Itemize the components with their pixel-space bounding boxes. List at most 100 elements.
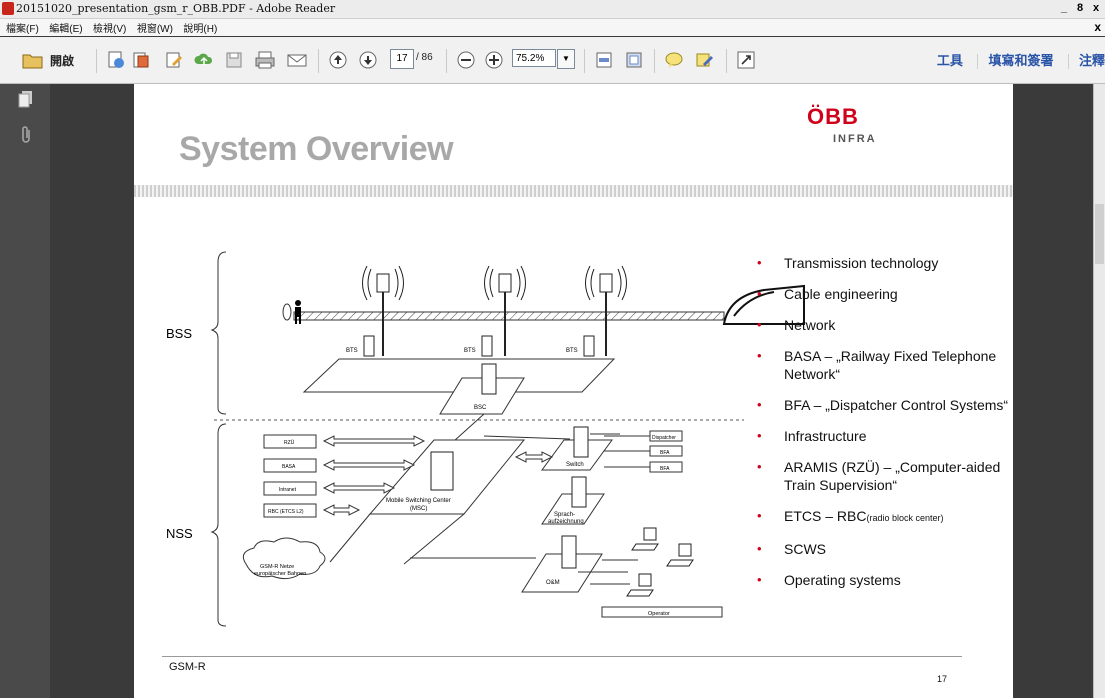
right-panel-links: 工具 填寫和簽署 注釋 bbox=[917, 50, 1105, 69]
toolbar-divider bbox=[318, 49, 319, 73]
nss-label: NSS bbox=[166, 526, 193, 541]
bsc-box bbox=[481, 363, 497, 395]
bullet-etcs: ETCS – RBC(radio block center) bbox=[752, 507, 1010, 527]
sprach-box bbox=[571, 476, 587, 508]
fit-page-icon[interactable] bbox=[624, 50, 644, 70]
upload-cloud-icon[interactable] bbox=[194, 50, 214, 70]
footer-divider bbox=[162, 656, 962, 657]
zoom-in-icon[interactable] bbox=[484, 50, 504, 70]
pdf-page: System Overview ÖBB INFRA BSS NSS BTS BT… bbox=[134, 84, 1013, 698]
navigation-panel bbox=[0, 84, 50, 698]
edit-pdf-icon[interactable] bbox=[164, 50, 184, 70]
svg-text:RBC (ETCS L2): RBC (ETCS L2) bbox=[268, 509, 304, 515]
zoom-out-icon[interactable] bbox=[456, 50, 476, 70]
combine-files-icon[interactable] bbox=[132, 50, 152, 70]
bss-brace bbox=[210, 251, 227, 415]
bts-label-3: BTS bbox=[566, 348, 578, 354]
scrollbar-thumb[interactable] bbox=[1095, 204, 1104, 264]
slide-footer: GSM-R bbox=[169, 661, 206, 673]
om-box bbox=[561, 535, 577, 569]
computer-icon-2 bbox=[666, 543, 694, 567]
switch-label: Switch bbox=[566, 462, 584, 468]
toolbar-divider bbox=[654, 49, 655, 73]
bts-box-1 bbox=[363, 335, 375, 357]
previous-page-icon[interactable] bbox=[328, 50, 348, 70]
fit-width-icon[interactable] bbox=[594, 50, 614, 70]
next-page-icon[interactable] bbox=[358, 50, 378, 70]
bullet-network: Network bbox=[752, 316, 1010, 334]
msc-switch-arrow bbox=[514, 451, 554, 463]
toolbar-divider bbox=[96, 49, 97, 73]
rbc-box: RBC (ETCS L2) bbox=[263, 503, 317, 518]
dispatcher-box: Dispatcher bbox=[649, 430, 683, 442]
page-number-input[interactable]: 17 bbox=[390, 49, 414, 69]
topic-bullet-list: Transmission technology Cable engineerin… bbox=[752, 254, 1010, 602]
menu-edit[interactable]: 編輯(E) bbox=[49, 21, 82, 38]
rzu-box: RZÜ bbox=[263, 434, 317, 449]
attachments-paperclip-icon[interactable] bbox=[18, 126, 34, 144]
basa-box: BASA bbox=[263, 458, 317, 473]
switch-box bbox=[573, 426, 589, 458]
window-controls: _ 8 x bbox=[1057, 1, 1103, 15]
open-folder-icon[interactable] bbox=[22, 50, 44, 70]
highlight-icon[interactable] bbox=[694, 50, 714, 70]
nss-brace bbox=[210, 423, 227, 627]
bullet-transmission: Transmission technology bbox=[752, 254, 1010, 272]
vertical-scrollbar[interactable] bbox=[1093, 84, 1105, 698]
zoom-dropdown-chevron-down-icon[interactable]: ▼ bbox=[557, 49, 575, 69]
bfa-box-2: BFA bbox=[649, 461, 683, 473]
operator-console: Operator bbox=[601, 606, 723, 618]
svg-text:Dispatcher: Dispatcher bbox=[652, 435, 676, 441]
close-button[interactable]: x bbox=[1089, 1, 1103, 15]
menu-view[interactable]: 檢視(V) bbox=[93, 21, 126, 38]
bullet-scws: SCWS bbox=[752, 540, 1010, 558]
adobe-pdf-icon bbox=[2, 2, 14, 15]
comment-link[interactable]: 注釋 bbox=[1067, 54, 1105, 69]
bfa-box-1: BFA bbox=[649, 445, 683, 457]
menu-file[interactable]: 檔案(F) bbox=[6, 21, 39, 38]
toolbar: 開啟 17 / 86 75.2% ▼ 工具 填寫和簽署 注釋 bbox=[0, 37, 1105, 84]
print-icon[interactable] bbox=[254, 50, 276, 70]
minimize-button[interactable]: _ bbox=[1057, 1, 1071, 15]
bullet-aramis: ARAMIS (RZÜ) – „Computer-aided Train Sup… bbox=[752, 458, 1010, 494]
zoom-level-input[interactable]: 75.2% bbox=[512, 49, 556, 67]
svg-text:Intranet: Intranet bbox=[279, 487, 297, 493]
svg-text:BFA: BFA bbox=[660, 466, 670, 472]
window-title: 20151020_presentation_gsm_r_OBB.PDF - Ad… bbox=[16, 2, 336, 15]
bullet-basa: BASA – „Railway Fixed Telephone Network“ bbox=[752, 347, 1010, 383]
menubar: 檔案(F) 編輯(E) 檢視(V) 視窗(W) 說明(H) x bbox=[0, 19, 1105, 36]
msc-box bbox=[430, 451, 454, 491]
bts-label-2: BTS bbox=[464, 348, 476, 354]
svg-text:Operator: Operator bbox=[648, 611, 670, 617]
svg-text:BASA: BASA bbox=[282, 464, 296, 470]
tools-link[interactable]: 工具 bbox=[927, 54, 963, 69]
open-button[interactable]: 開啟 bbox=[50, 52, 74, 72]
create-pdf-icon[interactable] bbox=[106, 50, 126, 70]
save-icon[interactable] bbox=[224, 50, 244, 70]
slide-page-number: 17 bbox=[937, 674, 948, 684]
toolbar-divider bbox=[726, 49, 727, 73]
close-document-button[interactable]: x bbox=[1094, 20, 1101, 34]
page-thumbnails-icon[interactable] bbox=[18, 90, 34, 108]
bts-box-2 bbox=[481, 335, 493, 357]
computer-icon-1 bbox=[631, 527, 659, 551]
bullet-bfa: BFA – „Dispatcher Control Systems“ bbox=[752, 396, 1010, 414]
fullscreen-expand-icon[interactable] bbox=[736, 50, 756, 70]
menu-help[interactable]: 說明(H) bbox=[183, 21, 217, 38]
toolbar-divider bbox=[584, 49, 585, 73]
railway-track bbox=[293, 311, 725, 321]
comment-icon[interactable] bbox=[664, 50, 684, 70]
bullet-cable: Cable engineering bbox=[752, 285, 1010, 303]
toolbar-divider bbox=[446, 49, 447, 73]
window-titlebar: 20151020_presentation_gsm_r_OBB.PDF - Ad… bbox=[0, 0, 1105, 19]
bts-box-3 bbox=[583, 335, 595, 357]
page-total: / 86 bbox=[416, 52, 433, 63]
restore-button[interactable]: 8 bbox=[1073, 1, 1087, 15]
fill-sign-link[interactable]: 填寫和簽署 bbox=[977, 54, 1054, 69]
bullet-operating-systems: Operating systems bbox=[752, 571, 1010, 589]
email-icon[interactable] bbox=[286, 50, 308, 70]
menu-window[interactable]: 視窗(W) bbox=[137, 21, 173, 38]
bullet-infrastructure: Infrastructure bbox=[752, 427, 1010, 445]
computer-icon-3 bbox=[626, 573, 654, 597]
svg-text:RZÜ: RZÜ bbox=[284, 439, 295, 446]
